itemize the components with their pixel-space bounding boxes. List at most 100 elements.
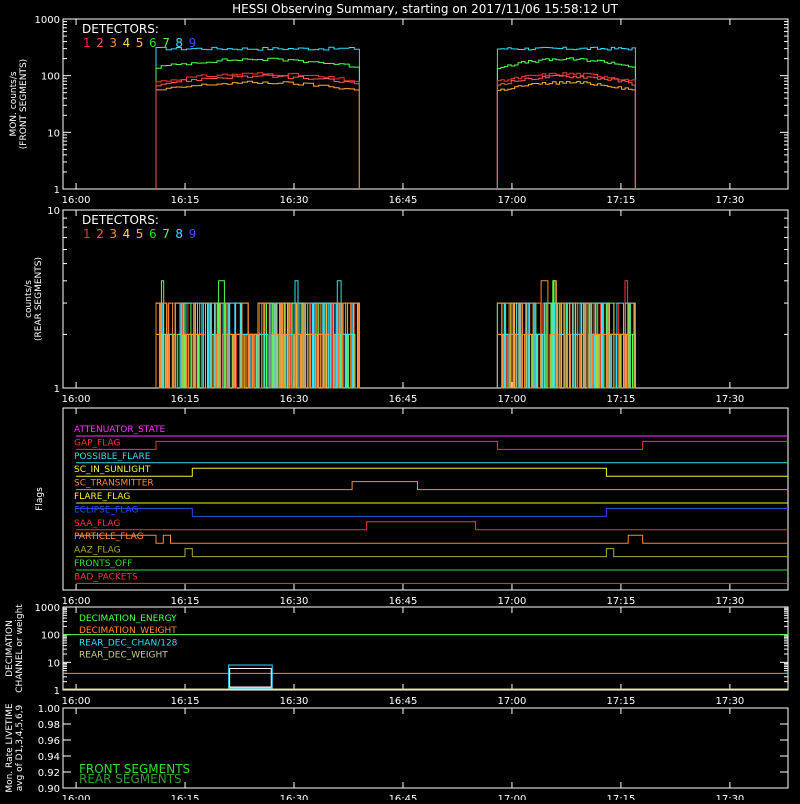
front-ylabel: MON. counts/s: [9, 71, 19, 136]
front-frame: [62, 18, 789, 190]
live-xtick-label: 16:15: [171, 794, 200, 800]
flag-trace: [76, 521, 788, 531]
rear-ylabel: (REAR SEGMENTS): [34, 257, 44, 341]
front-series-line-det1: [496, 72, 636, 189]
rear-frame: [62, 209, 789, 389]
front-legend-item: 6: [149, 36, 157, 50]
dec-xtick-label: 16:15: [171, 696, 200, 707]
flag-label: SC_TRANSMITTER: [74, 479, 154, 489]
rear-legend-item: 7: [162, 227, 170, 241]
front-xtick-label: 16:00: [62, 195, 91, 206]
flag-label: PARTICLE_FLAG: [74, 532, 144, 542]
live-ylabel: avg of D1,3,4,5,6,9: [15, 704, 25, 791]
flag-trace: [76, 507, 788, 517]
dec-ytick-label: 1: [54, 686, 60, 697]
front-series-line-det5: [155, 80, 360, 189]
flags-xtick-label: 17:30: [715, 596, 744, 607]
front-xtick-label: 16:45: [389, 195, 418, 206]
rear-ytick-label: 10: [47, 206, 60, 217]
live-xtick-label: 16:00: [62, 794, 91, 800]
dec-ytick-label: 100: [41, 631, 60, 642]
flag-trace: [76, 481, 788, 491]
front-xtick-label: 16:30: [280, 195, 309, 206]
flag-trace: [76, 534, 788, 544]
flag-label: ECLIPSE_FLAG: [74, 505, 138, 515]
dec-ylabel: DECIMATION: [5, 620, 15, 677]
flag-label: POSSIBLE_FLARE: [74, 452, 151, 462]
front-legend-item: 3: [109, 36, 117, 50]
flags-xtick-label: 16:15: [171, 596, 200, 607]
flag-label: AAZ_FLAG: [74, 546, 121, 556]
live-xtick-label: 16:30: [280, 794, 309, 800]
live-ytick-label: 0.96: [38, 736, 60, 747]
dec-legend-item: DECIMATION_ENERGY: [79, 614, 177, 624]
front-series-line-det5: [496, 81, 636, 189]
front-ytick-label: 1: [54, 185, 60, 196]
live-ytick-label: 1.00: [38, 704, 60, 715]
front-series-line-det8: [496, 46, 636, 189]
chart-title: HESSI Observing Summary, starting on 201…: [232, 2, 618, 16]
rear-xtick-label: 17:15: [607, 394, 636, 405]
live-ytick-label: 0.92: [38, 768, 60, 779]
rear-legend-item: 4: [123, 227, 131, 241]
panel-front-segments: 16:00 16:15 16:30 16:45 17:00 17:15 17:30 1 10 10…: [9, 15, 789, 206]
dec-xtick-label: 16:30: [280, 696, 309, 707]
flags-xtick-label: 16:45: [389, 596, 418, 607]
rear-ylabel: counts/s: [24, 280, 34, 318]
front-legend-item: 9: [189, 36, 197, 50]
flags-xtick-label: 17:15: [607, 596, 636, 607]
rear-xtick-label: 16:30: [280, 394, 309, 405]
flag-label: ATTENUATOR_STATE: [74, 425, 166, 435]
dec-xtick-label: 17:00: [498, 696, 527, 707]
panel-livetime: 16:00 16:15 16:30 16:45 17:00 17:15 17:30 Mon. …: [5, 703, 789, 804]
front-series-line-det8: [155, 46, 360, 189]
front-series-line-det1: [155, 72, 360, 189]
front-ytick-label: 10: [47, 128, 60, 139]
flag-label: FRONTS_OFF: [74, 559, 132, 569]
front-ylabel: (FRONT SEGMENTS): [19, 59, 29, 149]
flag-trace: [76, 440, 788, 450]
rear-xtick-label: 17:00: [498, 394, 527, 405]
hessi-summary-plot: HESSI Observing Summary, starting on 201…: [0, 0, 800, 804]
live-ylabel: Mon. Rate LIVETIME: [5, 703, 15, 793]
flag-label: FLARE_FLAG: [74, 492, 130, 502]
live-legend-item: REAR SEGMENTS: [79, 772, 182, 786]
front-xtick-label: 16:15: [171, 195, 200, 206]
flags-xtick-label: 16:30: [280, 596, 309, 607]
front-ytick-label: 100: [41, 72, 60, 83]
chart-canvas: HESSI Observing Summary, starting on 201…: [5, 2, 789, 804]
flags-ylabel: Flags: [35, 487, 45, 511]
dec-xtick-label: 17:15: [607, 696, 636, 707]
front-series-line-det2: [496, 74, 636, 189]
front-legend-item: 5: [136, 36, 144, 50]
live-ytick-label: 0.98: [38, 720, 60, 731]
dec-xtick-label: 16:45: [389, 696, 418, 707]
rear-legend-item: 8: [175, 227, 183, 241]
rear-legend-item: 1: [83, 227, 91, 241]
front-legend-title: DETECTORS:: [82, 22, 159, 36]
rear-ytick-label: 1: [54, 384, 60, 395]
live-xtick-label: 17:30: [715, 794, 744, 800]
rear-xtick-label: 17:30: [715, 394, 744, 405]
panel-decimation: 16:00 16:15 16:30 16:45 17:00 17:15 17:30 1 10 10…: [5, 603, 789, 707]
flag-label: BAD_PACKETS: [74, 572, 138, 582]
flag-trace: [76, 548, 788, 558]
rear-legend-item: 3: [109, 227, 117, 241]
rear-legend-item: 5: [136, 227, 144, 241]
flags-xtick-label: 16:00: [62, 596, 91, 607]
live-xtick-label: 17:15: [607, 794, 636, 800]
dec-legend-item: REAR_DEC_WEIGHT: [79, 651, 168, 661]
dec-ytick-label: 1000: [35, 603, 60, 614]
live-ytick-label: 0.90: [38, 784, 60, 795]
panel-flags: 16:00 16:15 16:30 16:45 17:00 17:15 17:30 Flags…: [35, 407, 789, 607]
live-ytick-label: 0.94: [38, 752, 60, 763]
live-xtick-label: 17:00: [498, 794, 527, 800]
rear-xtick-label: 16:00: [62, 394, 91, 405]
live-xtick-label: 16:45: [389, 794, 418, 800]
flag-label: SC_IN_SUNLIGHT: [74, 465, 151, 475]
front-legend-item: 1: [83, 36, 91, 50]
rear-xtick-label: 16:15: [171, 394, 200, 405]
flag-label: GAP_FLAG: [74, 438, 120, 448]
dec-ylabel: CHANNEL or weight: [15, 604, 25, 693]
rear-legend-title: DETECTORS:: [82, 213, 159, 227]
